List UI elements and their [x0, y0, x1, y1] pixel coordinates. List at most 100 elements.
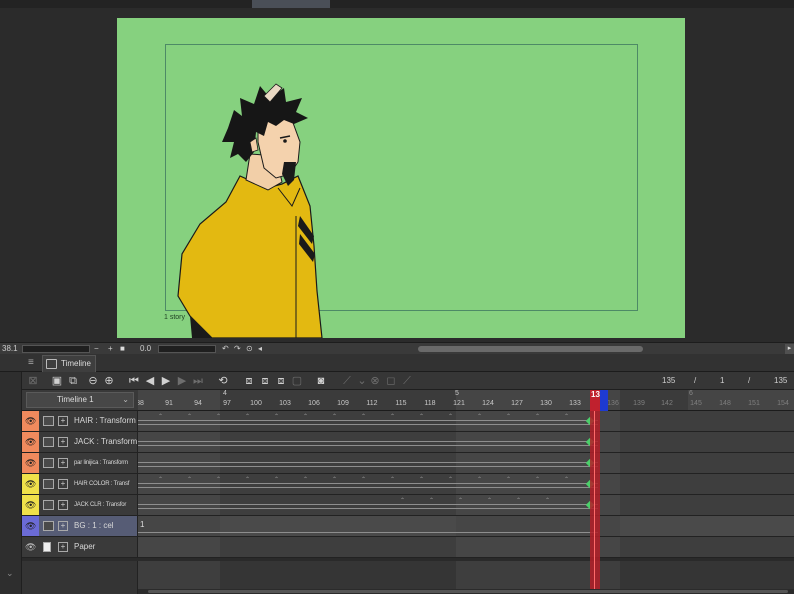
new-cel-icon[interactable]: ⧈ [242, 374, 256, 388]
layer-track[interactable] [138, 432, 794, 452]
layer-row[interactable]: 👁 + JACK CLR : Transfor ⌃ ⌃ ⌃ ⌃ ⌃ ⌃ [22, 495, 794, 516]
layer-rows: 👁 + HAIR : Transform ⌃ ⌃ ⌃ ⌃ ⌃ ⌃ ⌃ ⌃ ⌃ ⌃ ⌃ ⌃ ⌃ ⌃ ⌃ 👁 +… [22, 411, 794, 561]
zoom-out-button[interactable]: − [94, 344, 99, 354]
collapse-chevron-icon[interactable]: ⌄ [6, 568, 14, 579]
ruler-shade [138, 390, 220, 410]
frame-label: 88 [138, 400, 144, 407]
eye-icon[interactable]: 👁 [25, 540, 36, 554]
eye-icon[interactable]: 👁 [25, 435, 36, 449]
timeline-settings-icon[interactable]: ▣ [50, 374, 64, 388]
end-frame-value[interactable]: 135 [774, 375, 787, 387]
cel-icon[interactable] [43, 458, 54, 468]
playhead[interactable] [590, 390, 600, 590]
canvas-horizontal-scrollbar[interactable] [418, 346, 643, 352]
reset-rotation-icon[interactable]: ⊙ [246, 344, 253, 354]
layer-row[interactable]: 👁 + JACK : Transform [22, 432, 794, 453]
expand-icon[interactable]: + [58, 521, 68, 531]
cel-number: 1 [140, 520, 145, 529]
cel-icon[interactable] [43, 437, 54, 447]
eye-icon[interactable]: 👁 [25, 456, 36, 470]
new-timeline-icon[interactable]: ⊠ [26, 374, 40, 388]
layer-controls: 👁 + BG : 1 : cel [22, 516, 138, 536]
frame-label: 124 [482, 400, 494, 407]
layer-row[interactable]: 👁 + HAIR : Transform ⌃ ⌃ ⌃ ⌃ ⌃ ⌃ ⌃ ⌃ ⌃ ⌃ ⌃ ⌃ ⌃ ⌃ ⌃ [22, 411, 794, 432]
layer-row[interactable]: 👁 + BG : 1 : cel 1 [22, 516, 794, 537]
zoom-slider[interactable] [22, 345, 90, 353]
frame-label: 109 [337, 400, 349, 407]
chevron-down-icon: ⌄ [122, 395, 129, 404]
timeline-horizontal-scrollbar[interactable] [138, 589, 794, 594]
zoom-in-icon[interactable]: ⊕ [102, 374, 116, 388]
ease-icon[interactable]: ◻ [384, 374, 398, 388]
layer-name: par linijica : Transform [74, 460, 128, 466]
cel-icon[interactable] [43, 521, 54, 531]
canvas-page[interactable]: 1 story [117, 18, 685, 338]
layer-row[interactable]: 👁 + par linijica : Transform [22, 453, 794, 474]
expand-icon[interactable]: + [58, 479, 68, 489]
keyframe-icon[interactable]: ⟋ [340, 374, 354, 388]
cel-icon[interactable] [43, 500, 54, 510]
specify-cel-icon[interactable]: ⧈ [274, 374, 288, 388]
first-frame-icon[interactable]: ⏮ [128, 374, 140, 388]
canvas-area[interactable]: 1 story [0, 0, 794, 342]
expand-icon[interactable]: + [58, 416, 68, 426]
rotation-value[interactable]: 0.0 [140, 344, 151, 354]
current-frame-value[interactable]: 135 [662, 375, 675, 387]
layer-track[interactable] [138, 453, 794, 473]
zoom-in-button[interactable]: + [108, 344, 113, 354]
frame-label: 100 [250, 400, 262, 407]
scroll-right-icon[interactable]: ▸ [785, 344, 794, 354]
layer-name: HAIR : Transform [74, 416, 136, 425]
expand-icon[interactable]: + [58, 458, 68, 468]
edit-timeline-icon[interactable]: ⧉ [66, 374, 80, 388]
layer-track[interactable]: 1 [138, 516, 794, 536]
layer-track[interactable] [138, 537, 794, 557]
keyframe-interp-icon[interactable]: ⊗ [368, 374, 382, 388]
layer-track[interactable]: ⌃ ⌃ ⌃ ⌃ ⌃ ⌃ ⌃ ⌃ ⌃ ⌃ ⌃ ⌃ ⌃ ⌃ ⌃ [138, 411, 794, 431]
zoom-out-icon[interactable]: ⊖ [86, 374, 100, 388]
clear-keyframe-icon[interactable]: ⟋ [400, 374, 414, 388]
rotation-slider[interactable] [158, 345, 216, 353]
flip-icon[interactable]: ◂ [258, 344, 262, 354]
second-marker: 5 [455, 390, 459, 397]
frame-ruler[interactable]: 4 5 6 88 91 94 97 100 103 106 109 112 11… [138, 390, 794, 411]
rotate-right-icon[interactable]: ↷ [234, 344, 241, 354]
layer-name: BG : 1 : cel [74, 521, 114, 530]
loop-icon[interactable]: ⟲ [216, 374, 230, 388]
tab-timeline[interactable]: Timeline [42, 355, 96, 372]
eye-icon[interactable]: 👁 [25, 498, 36, 512]
layer-controls: 👁 + HAIR : Transform [22, 411, 138, 431]
end-frame-marker[interactable] [600, 390, 608, 411]
cel-icon[interactable] [43, 479, 54, 489]
play-icon[interactable]: ▶ [160, 374, 172, 388]
assign-cel-icon[interactable]: ⧈ [258, 374, 272, 388]
eye-icon[interactable]: 👁 [25, 477, 36, 491]
zoom-value[interactable]: 38.1 [2, 344, 18, 354]
panel-left-strip: ⌄ [0, 372, 22, 594]
eye-icon[interactable]: 👁 [25, 414, 36, 428]
prev-frame-icon[interactable]: ◀ [144, 374, 156, 388]
paper-icon[interactable] [43, 542, 51, 552]
timeline-select[interactable]: Timeline 1 ⌄ [26, 392, 134, 408]
second-marker: 4 [223, 390, 227, 397]
keyframe-dropdown-icon[interactable]: ⌄ [356, 374, 368, 388]
next-frame-icon[interactable]: ▶ [176, 374, 188, 388]
canvas-tab-indicator[interactable] [252, 0, 330, 8]
expand-icon[interactable]: + [58, 437, 68, 447]
delete-cel-icon[interactable]: ▢ [290, 374, 304, 388]
cel-icon[interactable] [43, 416, 54, 426]
last-frame-icon[interactable]: ⏭ [192, 374, 204, 388]
layer-controls: 👁 + JACK : Transform [22, 432, 138, 452]
layer-row[interactable]: 👁 + Paper [22, 537, 794, 558]
layer-track[interactable]: ⌃ ⌃ ⌃ ⌃ ⌃ ⌃ ⌃ ⌃ ⌃ ⌃ ⌃ ⌃ ⌃ ⌃ ⌃ [138, 474, 794, 494]
onion-skin-icon[interactable]: ◙ [314, 374, 328, 388]
layer-track[interactable]: ⌃ ⌃ ⌃ ⌃ ⌃ ⌃ [138, 495, 794, 515]
fit-icon[interactable]: ■ [120, 344, 125, 354]
rotate-left-icon[interactable]: ↶ [222, 344, 229, 354]
eye-icon[interactable]: 👁 [25, 519, 36, 533]
expand-icon[interactable]: + [58, 500, 68, 510]
start-frame-value[interactable]: 1 [720, 375, 724, 387]
expand-icon[interactable]: + [58, 542, 68, 552]
layer-row[interactable]: 👁 + HAIR COLOR : Transf ⌃ ⌃ ⌃ ⌃ ⌃ ⌃ ⌃ ⌃ ⌃ ⌃ ⌃ ⌃ ⌃ ⌃ ⌃ [22, 474, 794, 495]
panel-menu-icon[interactable]: ≡ [28, 356, 42, 370]
